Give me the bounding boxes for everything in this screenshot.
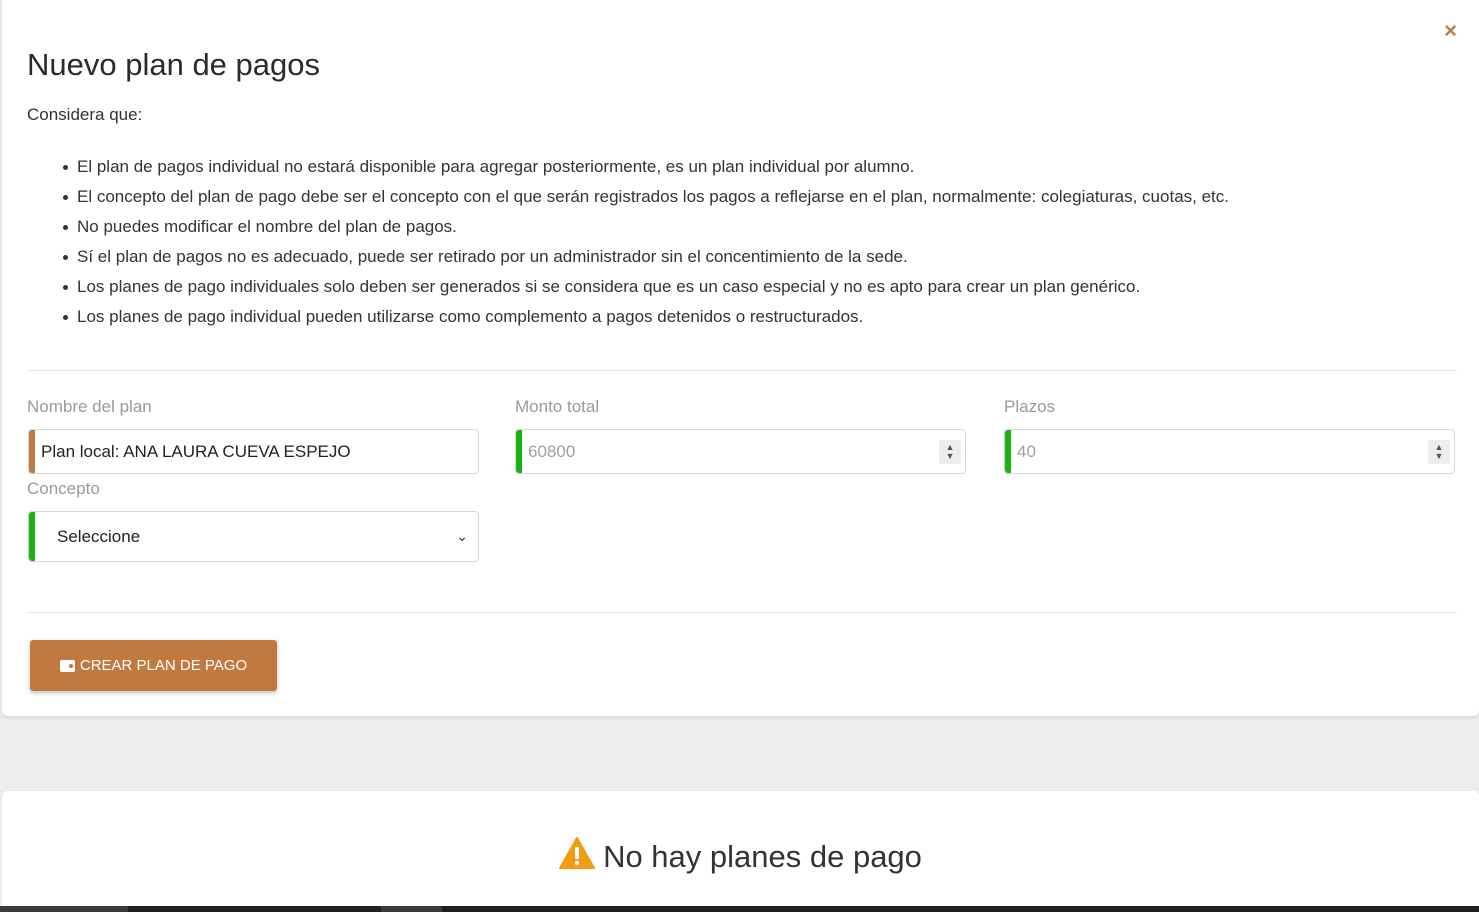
number-spinner-icon[interactable]: ▲ ▼ <box>1428 439 1450 464</box>
notes-list: El plan de pagos individual no estará di… <box>63 152 1427 332</box>
close-icon[interactable]: × <box>1444 20 1457 42</box>
list-item: Los planes de pago individual pueden uti… <box>63 302 1427 332</box>
list-item: No puedes modificar el nombre del plan d… <box>63 212 1427 242</box>
concept-select[interactable]: Seleccione ⌄ <box>28 511 479 562</box>
plan-name-field[interactable]: Plan local: ANA LAURA CUEVA ESPEJO <box>28 429 479 474</box>
number-spinner-icon[interactable]: ▲ ▼ <box>939 439 961 464</box>
total-amount-field[interactable]: 60800 ▲ ▼ <box>515 429 966 474</box>
plan-name-label: Nombre del plan <box>27 397 152 416</box>
divider <box>27 612 1457 613</box>
terms-value: 40 <box>1017 441 1036 461</box>
empty-state: No hay planes de pago <box>2 837 1479 877</box>
warning-icon <box>559 837 596 877</box>
wallet-icon <box>59 659 75 672</box>
plans-list-panel: No hay planes de pago <box>2 791 1479 912</box>
total-amount-label: Monto total <box>515 397 600 416</box>
create-plan-button-label: Crear plan de pago <box>79 657 248 674</box>
list-item: El plan de pagos individual no estará di… <box>63 152 1427 182</box>
terms-label: Plazos <box>1004 397 1056 416</box>
taskbar-segment <box>381 906 442 912</box>
plan-name-value: Plan local: ANA LAURA CUEVA ESPEJO <box>41 441 351 461</box>
terms-field[interactable]: 40 ▲ ▼ <box>1004 429 1455 474</box>
taskbar-strip <box>0 906 1479 912</box>
list-item: Sí el plan de pagos no es adecuado, pued… <box>63 242 1427 272</box>
create-plan-button[interactable]: Crear plan de pago <box>30 640 277 691</box>
list-item: El concepto del plan de pago debe ser el… <box>63 182 1427 212</box>
new-plan-modal: × Nuevo plan de pagos Considera que: El … <box>2 0 1479 716</box>
chevron-down-icon: ⌄ <box>456 528 468 544</box>
modal-title: Nuevo plan de pagos <box>27 47 321 82</box>
total-amount-value: 60800 <box>528 441 576 461</box>
taskbar-segment <box>0 906 128 912</box>
concept-label: Concepto <box>27 479 100 498</box>
intro-text: Considera que: <box>27 105 143 124</box>
empty-state-message: No hay planes de pago <box>603 839 922 874</box>
divider <box>27 370 1457 371</box>
list-item: Los planes de pago individuales solo deb… <box>63 272 1427 302</box>
concept-selected-value: Seleccione <box>57 526 141 546</box>
